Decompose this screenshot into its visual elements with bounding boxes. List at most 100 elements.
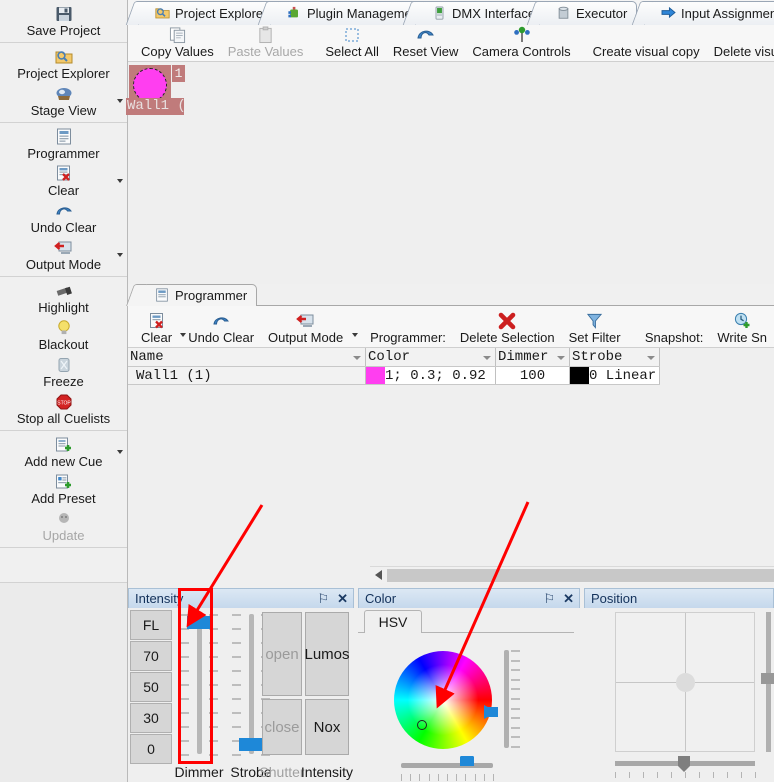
toolbar-copy-values[interactable]: Copy Values bbox=[134, 24, 221, 61]
prog-toolbar-output-mode[interactable]: Output Mode bbox=[261, 310, 350, 347]
programmer-table: Name Color Dimmer Strobe Wall1 (1) 1; 0.… bbox=[128, 348, 660, 385]
table-row[interactable]: Wall1 (1) 1; 0.3; 0.92 100 0 Linear bbox=[128, 367, 660, 385]
prog-toolbar-undo-clear[interactable]: Undo Clear bbox=[181, 310, 261, 347]
panel-title: Intensity bbox=[135, 591, 184, 606]
prog-toolbar-write-snapshot[interactable]: Write Sn bbox=[710, 310, 774, 347]
scroll-left-button[interactable] bbox=[370, 567, 387, 584]
programmer-icon bbox=[56, 127, 72, 146]
tab-executor[interactable]: Executor bbox=[539, 1, 638, 25]
column-header-dimmer[interactable]: Dimmer bbox=[496, 348, 570, 366]
sidebar-item-highlight[interactable]: Highlight bbox=[0, 279, 127, 316]
position-panel: Position bbox=[584, 588, 774, 782]
shutter-close-button[interactable]: close bbox=[262, 699, 302, 755]
cell-strobe[interactable]: 0 Linear bbox=[570, 367, 660, 384]
cell-dimmer[interactable]: 100 bbox=[496, 367, 570, 384]
slider-thumb[interactable] bbox=[239, 737, 264, 751]
scrollbar-thumb[interactable] bbox=[387, 568, 774, 582]
tab-programmer[interactable]: Programmer bbox=[138, 284, 258, 306]
chevron-down-icon[interactable] bbox=[647, 356, 655, 360]
toolbar-delete-visual-copy[interactable]: Delete visu bbox=[707, 44, 774, 61]
sidebar-item-stage-view[interactable]: Stage View bbox=[0, 82, 127, 119]
sidebar-item-programmer[interactable]: Programmer bbox=[0, 125, 127, 162]
toolbar-select-all[interactable]: Select All bbox=[318, 24, 385, 61]
snapshot-group-label: Snapshot: bbox=[638, 330, 711, 347]
shutter-open-button[interactable]: open bbox=[262, 612, 302, 696]
value-slider-thumb[interactable] bbox=[484, 705, 498, 720]
chevron-down-icon[interactable] bbox=[353, 356, 361, 360]
sidebar-item-update[interactable]: Update bbox=[0, 507, 127, 544]
column-header-strobe[interactable]: Strobe bbox=[570, 348, 660, 366]
pan-tilt-pad[interactable] bbox=[615, 612, 755, 752]
sidebar-item-label: Stop all Cuelists bbox=[16, 411, 111, 426]
cell-name[interactable]: Wall1 (1) bbox=[128, 367, 366, 384]
toolbar-camera-controls[interactable]: Camera Controls bbox=[465, 24, 577, 61]
saturation-slider-thumb[interactable] bbox=[459, 756, 474, 766]
chevron-down-icon[interactable] bbox=[557, 356, 565, 360]
intensity-lumos-button[interactable]: Lumos bbox=[304, 612, 350, 696]
column-header-name[interactable]: Name bbox=[128, 348, 366, 366]
fixture-color-dot[interactable] bbox=[133, 68, 167, 102]
prog-clear-dropdown[interactable] bbox=[179, 317, 187, 347]
sidebar-item-save-project[interactable]: Save Project bbox=[0, 2, 127, 39]
sidebar-item-label: Add new Cue bbox=[24, 454, 103, 469]
prog-toolbar-clear[interactable]: Clear bbox=[134, 310, 179, 347]
cell-color[interactable]: 1; 0.3; 0.92 bbox=[366, 367, 496, 384]
chevron-down-icon[interactable] bbox=[117, 98, 123, 103]
pan-tilt-handle[interactable] bbox=[675, 672, 695, 692]
panel-title: Color bbox=[365, 591, 397, 606]
chevron-down-icon[interactable] bbox=[117, 178, 123, 183]
sidebar-item-output-mode[interactable]: Output Mode bbox=[0, 236, 127, 273]
fixture-number: 1 bbox=[172, 65, 185, 82]
sidebar-group-cue: Add new Cue Add Preset Update bbox=[0, 431, 127, 548]
tab-project-explorer[interactable]: Project Explorer bbox=[138, 1, 278, 25]
pan-slider-thumb[interactable] bbox=[678, 756, 690, 772]
tilt-slider-thumb[interactable] bbox=[761, 673, 774, 684]
sidebar-item-label: Update bbox=[42, 528, 85, 543]
saturation-slider-track[interactable] bbox=[401, 763, 493, 768]
intensity-preset-70[interactable]: 70 bbox=[130, 641, 172, 671]
sidebar-item-freeze[interactable]: Freeze bbox=[0, 353, 127, 390]
sidebar-item-clear[interactable]: Clear bbox=[0, 162, 127, 199]
chevron-down-icon[interactable] bbox=[117, 449, 123, 454]
chevron-down-icon[interactable] bbox=[483, 356, 491, 360]
toolbar-paste-values[interactable]: Paste Values bbox=[221, 24, 311, 61]
pin-icon[interactable]: ⚐ bbox=[543, 591, 555, 607]
close-icon[interactable]: ✕ bbox=[563, 591, 574, 607]
toolbar-reset-view[interactable]: Reset View bbox=[386, 24, 466, 61]
intensity-preset-30[interactable]: 30 bbox=[130, 703, 172, 733]
folder-search-icon bbox=[155, 6, 170, 21]
sidebar-item-project-explorer[interactable]: Project Explorer bbox=[0, 45, 127, 82]
column-header-color[interactable]: Color bbox=[366, 348, 496, 366]
intensity-preset-0[interactable]: 0 bbox=[130, 734, 172, 764]
sidebar-group-programmer: Programmer Clear Undo Clear Output Mode bbox=[0, 123, 127, 277]
prog-output-mode-dropdown[interactable] bbox=[350, 317, 359, 347]
intensity-preset-fl[interactable]: FL bbox=[130, 610, 172, 640]
intensity-nox-button[interactable]: Nox bbox=[305, 699, 349, 755]
pin-icon[interactable]: ⚐ bbox=[317, 591, 329, 607]
tab-hsv[interactable]: HSV bbox=[364, 610, 422, 633]
sidebar-item-undo-clear[interactable]: Undo Clear bbox=[0, 199, 127, 236]
color-wheel[interactable] bbox=[394, 651, 492, 749]
color-panel-titlebar: Color ⚐ ✕ bbox=[358, 588, 580, 608]
prog-toolbar-delete-selection[interactable]: Delete Selection bbox=[453, 310, 562, 347]
sidebar-item-stop-all-cuelists[interactable]: STOP Stop all Cuelists bbox=[0, 390, 127, 427]
sidebar-item-add-preset[interactable]: Add Preset bbox=[0, 470, 127, 507]
chevron-down-icon[interactable] bbox=[352, 333, 359, 337]
value-slider-track[interactable] bbox=[504, 650, 509, 748]
sidebar-item-label: Stage View bbox=[30, 103, 97, 118]
prog-toolbar-set-filter[interactable]: Set Filter bbox=[562, 310, 628, 347]
sidebar-item-blackout[interactable]: Blackout bbox=[0, 316, 127, 353]
horizontal-scrollbar[interactable] bbox=[370, 566, 774, 583]
close-icon[interactable]: ✕ bbox=[337, 591, 348, 607]
color-wheel-cursor[interactable] bbox=[417, 720, 427, 730]
tab-label: Programmer bbox=[175, 288, 248, 303]
intensity-panel: Intensity ⚐ ✕ FL 70 50 30 0 Dimmer Strob… bbox=[128, 588, 354, 782]
tab-input-assignment[interactable]: Input Assignment bbox=[644, 1, 774, 25]
stage-view-canvas[interactable]: 1 Wall1 (1) bbox=[126, 62, 774, 284]
chevron-down-icon[interactable] bbox=[180, 333, 187, 337]
chevron-down-icon[interactable] bbox=[117, 252, 123, 257]
intensity-preset-50[interactable]: 50 bbox=[130, 672, 172, 702]
sidebar-item-add-new-cue[interactable]: Add new Cue bbox=[0, 433, 127, 470]
toolbar-create-visual-copy[interactable]: Create visual copy bbox=[586, 44, 707, 61]
plugin-icon bbox=[287, 6, 302, 21]
